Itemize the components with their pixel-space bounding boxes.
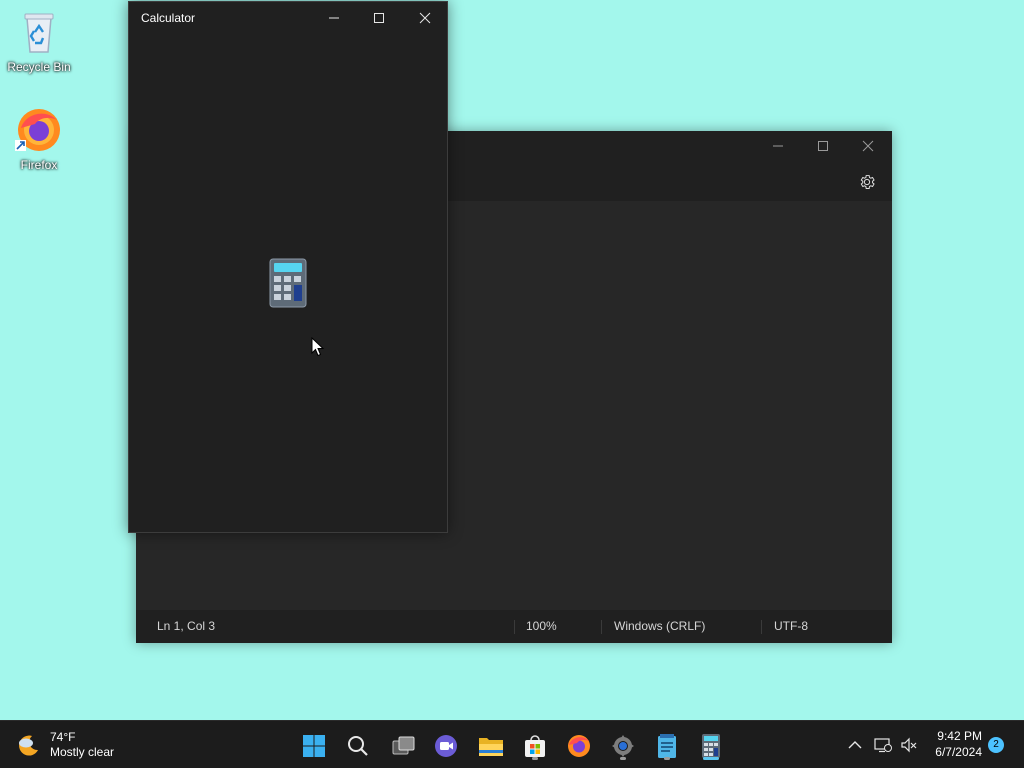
network-status-button[interactable]: [873, 735, 893, 755]
microsoft-store-button[interactable]: [518, 729, 552, 763]
calculator-splash-icon: [269, 258, 307, 313]
firefox-icon: [15, 106, 63, 154]
desktop-icon-label: Recycle Bin: [7, 60, 71, 74]
volume-button[interactable]: [899, 735, 919, 755]
windows-logo-icon: [303, 735, 325, 757]
store-icon: [525, 735, 545, 757]
encoding[interactable]: UTF-8: [774, 610, 808, 643]
calculator-window: Calculator: [128, 1, 448, 533]
window-title: Calculator: [141, 11, 196, 25]
settings-button[interactable]: [858, 173, 878, 193]
clock-time: 9:42 PM: [937, 729, 982, 743]
mouse-pointer-icon: [311, 336, 325, 362]
running-indicator: [620, 757, 626, 760]
zoom-level[interactable]: 100%: [526, 610, 557, 643]
status-divider: [761, 620, 762, 634]
maximize-button[interactable]: [800, 131, 846, 161]
running-indicator: [664, 757, 670, 760]
video-chat-icon: [435, 735, 457, 757]
cursor-position: Ln 1, Col 3: [157, 619, 216, 633]
desktop-icon-label: Firefox: [20, 158, 58, 172]
settings-taskbar-button[interactable]: [606, 729, 640, 763]
desktop-icon-firefox[interactable]: Firefox: [1, 106, 77, 172]
chevron-up-icon: [848, 741, 862, 749]
close-button[interactable]: [402, 2, 448, 34]
maximize-icon: [374, 13, 384, 23]
folder-icon: [479, 738, 503, 756]
volume-muted-icon: [901, 737, 917, 753]
maximize-button[interactable]: [356, 2, 402, 34]
taskbar: 74°F Mostly clear 9:42 PM 6/7/2024 2: [0, 720, 1024, 768]
close-button[interactable]: [845, 131, 891, 161]
running-indicator: [532, 757, 538, 760]
search-icon: [348, 736, 368, 756]
desktop-icon-recycle-bin[interactable]: Recycle Bin: [1, 8, 77, 74]
file-explorer-button[interactable]: [474, 729, 508, 763]
search-button[interactable]: [341, 729, 375, 763]
minimize-icon: [329, 17, 339, 19]
status-divider: [514, 620, 515, 634]
notification-badge[interactable]: 2: [988, 737, 1004, 753]
recycle-bin-icon: [15, 8, 63, 56]
status-divider: [601, 620, 602, 634]
notepad-icon: [658, 734, 676, 758]
calculator-icon: [702, 734, 720, 758]
show-hidden-icons-button[interactable]: [845, 735, 865, 755]
clock[interactable]: 9:42 PM 6/7/2024: [935, 728, 982, 760]
calculator-taskbar-button[interactable]: [694, 729, 728, 763]
notepad-taskbar-button[interactable]: [650, 729, 684, 763]
status-bar: Ln 1, Col 3 100% Windows (CRLF) UTF-8: [136, 610, 892, 643]
firefox-icon: [568, 735, 590, 757]
clock-date: 6/7/2024: [935, 745, 982, 759]
maximize-icon: [818, 141, 828, 151]
task-view-button[interactable]: [386, 729, 420, 763]
line-ending[interactable]: Windows (CRLF): [614, 610, 705, 643]
firefox-taskbar-button[interactable]: [562, 729, 596, 763]
weather-condition: Mostly clear: [50, 745, 115, 759]
minimize-button[interactable]: [311, 2, 357, 34]
minimize-button[interactable]: [755, 131, 801, 161]
close-icon: [862, 140, 874, 152]
active-indicator: [703, 757, 719, 760]
close-icon: [419, 12, 431, 24]
weather-temperature: 74°F: [50, 730, 76, 744]
task-view-icon: [392, 736, 415, 755]
network-icon: [874, 738, 892, 753]
minimize-icon: [773, 145, 783, 147]
settings-gear-icon: [612, 735, 634, 757]
gear-icon: [860, 175, 875, 189]
weather-moon-icon: [19, 735, 38, 756]
start-button[interactable]: [297, 729, 331, 763]
meet-app-button[interactable]: [429, 729, 463, 763]
